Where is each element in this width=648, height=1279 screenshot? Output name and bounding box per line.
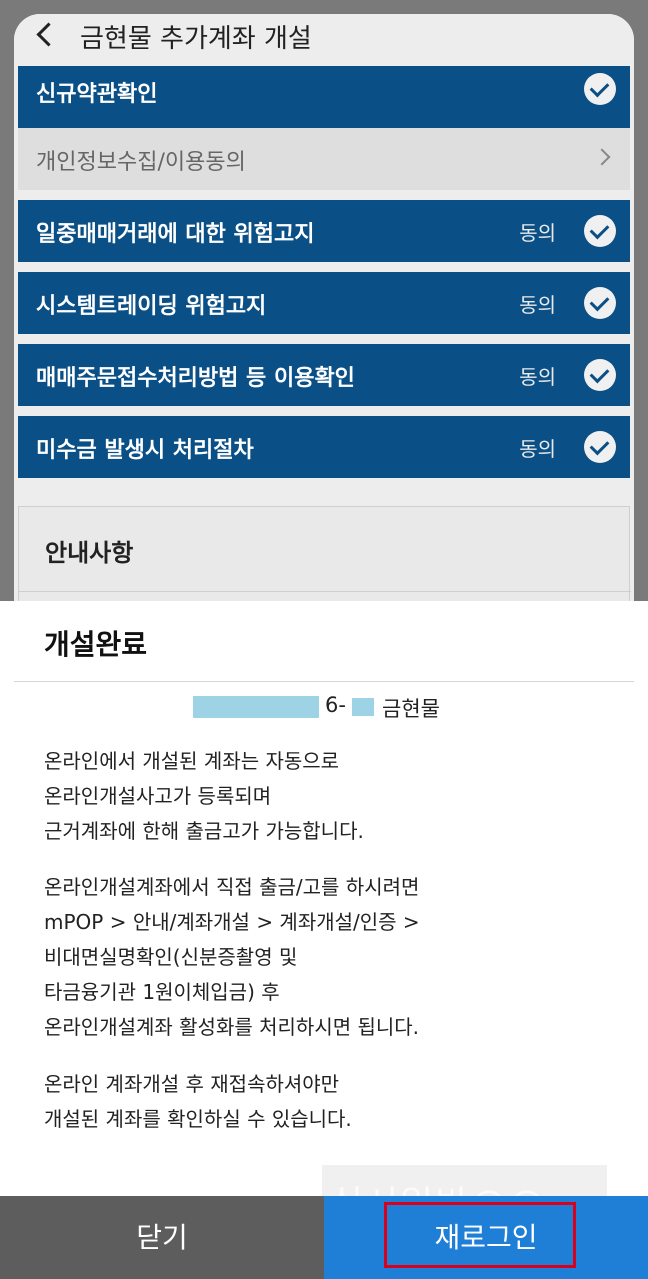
masked-account-suffix	[352, 698, 374, 716]
agree-text: 동의	[519, 293, 556, 317]
info-paragraph-3: 온라인 계좌개설 후 재접속하셔야만 개설된 계좌를 확인하실 수 있습니다.	[44, 1067, 624, 1137]
text-line: 비대면실명확인(신분증촬영 및	[44, 945, 298, 969]
dialog-header: 개설완료	[14, 601, 634, 682]
check-icon	[584, 359, 616, 391]
row-label: 매매주문접수처리방법 등 이용확인	[36, 366, 355, 391]
account-number-mid: 6-	[325, 693, 346, 717]
text-line: 개설된 계좌를 확인하실 수 있습니다.	[44, 1107, 352, 1131]
terms-row-order[interactable]: 매매주문접수처리방법 등 이용확인 동의	[18, 344, 630, 406]
text-line: 온라인개설계좌 활성화를 처리하시면 됩니다.	[44, 1015, 420, 1039]
app-screen: 금현물 추가계좌 개설 신규약관확인 개인정보수집/이용동의 일중매매거래에 대…	[0, 0, 648, 1279]
info-paragraph-2: 온라인개설계좌에서 직접 출금/고를 하시려면 mPOP > 안내/계좌개설 >…	[44, 870, 624, 1045]
text-line: 온라인에서 개설된 계좌는 자동으로	[44, 749, 340, 773]
check-icon	[584, 431, 616, 463]
row-label: 개인정보수집/이용동의	[36, 150, 246, 175]
check-icon	[584, 215, 616, 247]
back-icon[interactable]	[36, 22, 61, 47]
row-label: 일중매매거래에 대한 위험고지	[36, 222, 315, 247]
highlight-box	[384, 1202, 576, 1268]
text-line: 근거계좌에 한해 출금고가 가능합니다.	[44, 819, 364, 843]
info-paragraph-1: 온라인에서 개설된 계좌는 자동으로 온라인개설사고가 등록되며 근거계좌에 한…	[44, 744, 624, 849]
row-label: 미수금 발생시 처리절차	[36, 438, 254, 463]
terms-row-daytrade[interactable]: 일중매매거래에 대한 위험고지 동의	[18, 200, 630, 262]
text-line: 온라인 계좌개설 후 재접속하셔야만	[44, 1072, 340, 1096]
masked-account-prefix	[193, 696, 319, 718]
agree-text: 동의	[519, 365, 556, 389]
check-icon	[584, 73, 616, 105]
agree-text: 동의	[519, 221, 556, 245]
dialog-title: 개설완료	[44, 628, 148, 661]
divider	[19, 591, 631, 592]
text-line: 타금융기관 1원이체입금) 후	[44, 980, 280, 1004]
header: 금현물 추가계좌 개설	[14, 14, 634, 62]
check-icon	[584, 287, 616, 319]
agree-text: 동의	[519, 437, 556, 461]
terms-row-privacy[interactable]: 개인정보수집/이용동의	[18, 128, 630, 190]
notice-title: 안내사항	[45, 539, 134, 567]
close-button[interactable]: 닫기	[0, 1196, 324, 1279]
terms-row-systemtrade[interactable]: 시스템트레이딩 위험고지 동의	[18, 272, 630, 334]
row-label: 신규약관확인	[36, 82, 158, 107]
text-line: mPOP > 안내/계좌개설 > 계좌개설/인증 >	[44, 910, 420, 934]
text-line: 온라인개설계좌에서 직접 출금/고를 하시려면	[44, 875, 420, 899]
terms-row-new[interactable]: 신규약관확인	[18, 66, 630, 128]
page-title: 금현물 추가계좌 개설	[80, 24, 312, 54]
terms-row-unpaid[interactable]: 미수금 발생시 처리절차 동의	[18, 416, 630, 478]
account-type: 금현물	[382, 697, 440, 721]
row-label: 시스템트레이딩 위험고지	[36, 294, 267, 319]
text-line: 온라인개설사고가 등록되며	[44, 784, 272, 808]
chevron-right-icon	[593, 148, 611, 166]
account-number: 6- 금현물	[0, 693, 648, 723]
